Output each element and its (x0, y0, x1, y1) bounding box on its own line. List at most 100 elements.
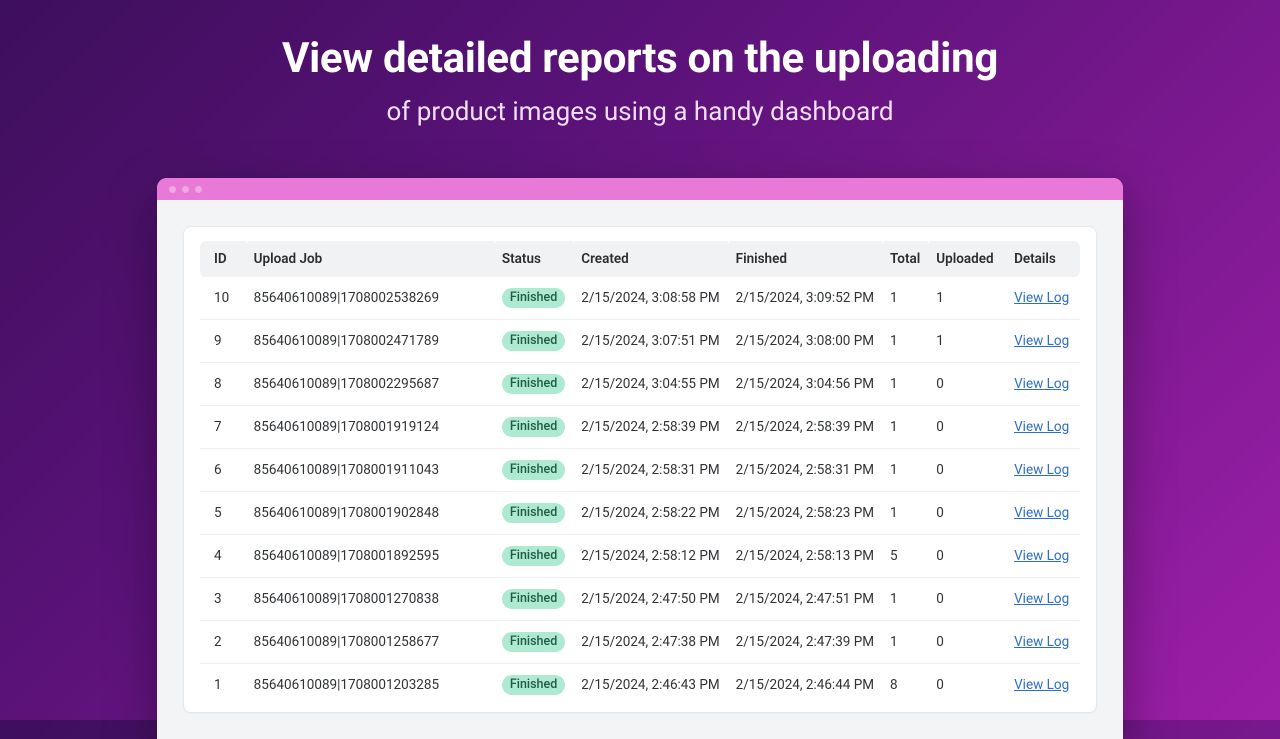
cell-details: View Log (1006, 363, 1080, 406)
view-log-link[interactable]: View Log (1014, 333, 1069, 349)
cell-finished: 2/15/2024, 3:04:56 PM (728, 363, 882, 406)
cell-uploaded: 0 (928, 578, 1006, 621)
cell-finished: 2/15/2024, 2:58:13 PM (728, 535, 882, 578)
cell-details: View Log (1006, 578, 1080, 621)
cell-created: 2/15/2024, 3:04:55 PM (573, 363, 727, 406)
header-finished: Finished (728, 241, 882, 277)
cell-job: 85640610089|1708002295687 (246, 363, 494, 406)
cell-id: 10 (200, 277, 246, 320)
cell-total: 1 (882, 621, 928, 664)
header-details: Details (1006, 241, 1080, 277)
table-row: 185640610089|1708001203285Finished2/15/2… (200, 664, 1080, 707)
view-log-link[interactable]: View Log (1014, 462, 1069, 478)
cell-id: 5 (200, 492, 246, 535)
cell-job: 85640610089|1708001203285 (246, 664, 494, 707)
cell-finished: 2/15/2024, 2:58:23 PM (728, 492, 882, 535)
cell-status: Finished (494, 277, 573, 320)
cell-job: 85640610089|1708001270838 (246, 578, 494, 621)
status-badge: Finished (502, 331, 565, 351)
cell-status: Finished (494, 578, 573, 621)
cell-job: 85640610089|1708001258677 (246, 621, 494, 664)
hero-title: View detailed reports on the uploading (0, 34, 1280, 83)
cell-uploaded: 0 (928, 621, 1006, 664)
cell-finished: 2/15/2024, 2:47:51 PM (728, 578, 882, 621)
cell-status: Finished (494, 406, 573, 449)
status-badge: Finished (502, 503, 565, 523)
cell-status: Finished (494, 664, 573, 707)
cell-total: 1 (882, 449, 928, 492)
status-badge: Finished (502, 546, 565, 566)
cell-status: Finished (494, 492, 573, 535)
cell-details: View Log (1006, 664, 1080, 707)
cell-uploaded: 1 (928, 320, 1006, 363)
cell-created: 2/15/2024, 2:58:22 PM (573, 492, 727, 535)
cell-finished: 2/15/2024, 3:09:52 PM (728, 277, 882, 320)
table-row: 985640610089|1708002471789Finished2/15/2… (200, 320, 1080, 363)
view-log-link[interactable]: View Log (1014, 505, 1069, 521)
table-row: 785640610089|1708001919124Finished2/15/2… (200, 406, 1080, 449)
cell-uploaded: 0 (928, 535, 1006, 578)
view-log-link[interactable]: View Log (1014, 548, 1069, 564)
table-row: 585640610089|1708001902848Finished2/15/2… (200, 492, 1080, 535)
cell-details: View Log (1006, 535, 1080, 578)
cell-id: 1 (200, 664, 246, 707)
header-total: Total (882, 241, 928, 277)
cell-job: 85640610089|1708002538269 (246, 277, 494, 320)
traffic-light-minimize-icon[interactable] (182, 186, 189, 193)
cell-id: 2 (200, 621, 246, 664)
window-titlebar (157, 178, 1123, 200)
cell-uploaded: 0 (928, 406, 1006, 449)
view-log-link[interactable]: View Log (1014, 634, 1069, 650)
cell-total: 1 (882, 320, 928, 363)
view-log-link[interactable]: View Log (1014, 290, 1069, 306)
cell-details: View Log (1006, 406, 1080, 449)
table-row: 285640610089|1708001258677 Finished 2/15/2… (200, 621, 1080, 664)
cell-status: Finished (494, 621, 573, 664)
cell-job: 85640610089|1708001911043 (246, 449, 494, 492)
cell-status: Finished (494, 320, 573, 363)
cell-uploaded: 1 (928, 277, 1006, 320)
cell-id: 7 (200, 406, 246, 449)
cell-id: 6 (200, 449, 246, 492)
cell-status: Finished (494, 535, 573, 578)
cell-finished: 2/15/2024, 2:47:39 PM (728, 621, 882, 664)
cell-created: 2/15/2024, 2:47:38 PM (573, 621, 727, 664)
view-log-link[interactable]: View Log (1014, 419, 1069, 435)
cell-created: 2/15/2024, 2:58:12 PM (573, 535, 727, 578)
cell-details: View Log (1006, 449, 1080, 492)
cell-details: View Log (1006, 277, 1080, 320)
status-badge: Finished (502, 589, 565, 609)
cell-total: 1 (882, 277, 928, 320)
content-area: ID Upload Job Status Created Finished To… (157, 200, 1123, 739)
table-row: 685640610089|1708001911043 Finished 2/15/2… (200, 449, 1080, 492)
cell-total: 1 (882, 578, 928, 621)
cell-finished: 2/15/2024, 2:58:39 PM (728, 406, 882, 449)
table-row: 485640610089|1708001892595Finished2/15/2… (200, 535, 1080, 578)
cell-details: View Log (1006, 621, 1080, 664)
status-badge: Finished (502, 632, 565, 652)
status-badge: Finished (502, 288, 565, 308)
view-log-link[interactable]: View Log (1014, 677, 1069, 693)
table-header-row: ID Upload Job Status Created Finished To… (200, 241, 1080, 277)
table-row: 1085640610089|1708002538269 Finished 2/15/… (200, 277, 1080, 320)
cell-total: 8 (882, 664, 928, 707)
cell-finished: 2/15/2024, 2:58:31 PM (728, 449, 882, 492)
status-badge: Finished (502, 460, 565, 480)
cell-job: 85640610089|1708001892595 (246, 535, 494, 578)
cell-created: 2/15/2024, 3:07:51 PM (573, 320, 727, 363)
hero-subtitle: of product images using a handy dashboar… (0, 97, 1280, 127)
traffic-light-close-icon[interactable] (169, 186, 176, 193)
view-log-link[interactable]: View Log (1014, 376, 1069, 392)
cell-finished: 2/15/2024, 3:08:00 PM (728, 320, 882, 363)
traffic-light-zoom-icon[interactable] (195, 186, 202, 193)
report-card: ID Upload Job Status Created Finished To… (183, 226, 1097, 713)
status-badge: Finished (502, 417, 565, 437)
cell-uploaded: 0 (928, 363, 1006, 406)
header-uploaded: Uploaded (928, 241, 1006, 277)
cell-created: 2/15/2024, 2:58:39 PM (573, 406, 727, 449)
view-log-link[interactable]: View Log (1014, 591, 1069, 607)
header-id: ID (200, 241, 246, 277)
cell-total: 1 (882, 363, 928, 406)
cell-details: View Log (1006, 320, 1080, 363)
cell-total: 1 (882, 492, 928, 535)
